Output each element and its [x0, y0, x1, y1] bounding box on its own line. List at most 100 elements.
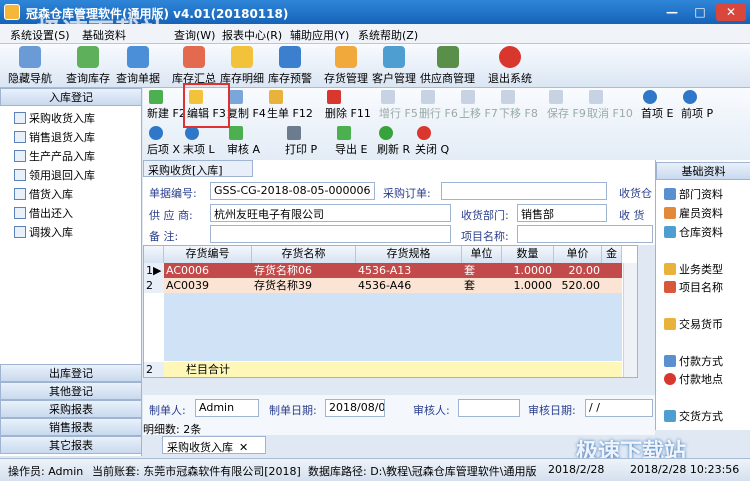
employee-data-item[interactable]: 雇员资料: [664, 205, 723, 221]
col-spec[interactable]: 存货规格: [356, 246, 462, 263]
remark-field[interactable]: [210, 225, 451, 243]
section-purchase-report[interactable]: 采购报表: [0, 400, 142, 418]
delete-row-button[interactable]: 删行 F6: [419, 90, 458, 121]
refresh-button[interactable]: 刷新 R: [377, 126, 410, 157]
section-other-report[interactable]: 其它报表: [0, 436, 142, 454]
print-button[interactable]: 打印 P: [285, 126, 317, 157]
query-stock-button[interactable]: 查询库存: [66, 46, 110, 86]
supplier-select[interactable]: 杭州友旺电子有限公司: [210, 204, 451, 222]
save-button[interactable]: 保存 F9: [547, 90, 586, 121]
document-tab[interactable]: 采购收货[入库]: [143, 160, 253, 177]
cell-spec[interactable]: 4536-A46: [356, 278, 462, 293]
last-button[interactable]: 末项 L: [183, 126, 215, 157]
cell-price[interactable]: 20.00: [554, 263, 602, 278]
col-amount[interactable]: 金: [602, 246, 622, 263]
next-button[interactable]: 后项 X: [147, 126, 180, 157]
col-qty[interactable]: 数量: [502, 246, 554, 263]
move-up-button[interactable]: 上移 F7: [459, 90, 498, 121]
move-down-button[interactable]: 下移 F8: [499, 90, 538, 121]
new-button[interactable]: 新建 F2: [147, 90, 186, 121]
col-code[interactable]: 存货编号: [164, 246, 252, 263]
supplier-button[interactable]: 供应商管理: [420, 46, 475, 86]
stock-detail-button[interactable]: 库存明细: [220, 46, 264, 86]
project-item[interactable]: 项目名称: [664, 279, 723, 295]
cell-name[interactable]: 存货名称06: [252, 263, 356, 278]
delete-button[interactable]: 删除 F11: [325, 90, 371, 121]
audit-date-field[interactable]: / /: [585, 399, 653, 417]
section-other[interactable]: 其他登记: [0, 382, 142, 400]
doc-no-field[interactable]: GSS-CG-2018-08-05-000006: [210, 182, 375, 200]
inventory-button[interactable]: 存货管理: [324, 46, 368, 86]
menu-tools[interactable]: 辅助应用(Y): [290, 27, 349, 43]
table-row[interactable]: 2 AC0039 存货名称39 4536-A46 套 1.0000 520.00: [144, 278, 622, 293]
query-docs-button[interactable]: 查询单据: [116, 46, 160, 86]
nav-usage-return[interactable]: 领用退回入库: [14, 167, 95, 183]
payment-method-item[interactable]: 付款方式: [664, 353, 723, 369]
auditor-field[interactable]: [458, 399, 520, 417]
item-grid: 存货编号 存货名称 存货规格 单位 数量 单价 金 1▶ AC0006 存货名称…: [143, 245, 638, 378]
cell-unit[interactable]: 套: [462, 278, 502, 293]
generate-button[interactable]: 生单 F12: [267, 90, 313, 121]
close-tab-icon[interactable]: ✕: [239, 441, 248, 454]
nav-purchase-in[interactable]: 采购收货入库: [14, 110, 95, 126]
cancel-button[interactable]: 取消 F10: [587, 90, 633, 121]
nav-sales-return[interactable]: 销售退货入库: [14, 129, 95, 145]
menu-query[interactable]: 查询(W): [174, 27, 215, 43]
prev-button[interactable]: 前项 P: [681, 90, 713, 121]
warehouse-data-item[interactable]: 仓库资料: [664, 224, 723, 240]
col-name[interactable]: 存货名称: [252, 246, 356, 263]
close-doc-button[interactable]: 关闭 Q: [415, 126, 449, 157]
delivery-item[interactable]: 交货方式: [664, 408, 723, 424]
close-button[interactable]: ✕: [716, 3, 746, 21]
arrow-up-icon: [461, 90, 475, 104]
cell-code[interactable]: AC0006: [164, 263, 252, 278]
currency-item[interactable]: 交易货币: [664, 316, 723, 332]
copy-button[interactable]: 复制 F4: [227, 90, 266, 121]
last-icon: [185, 126, 199, 140]
menu-reports[interactable]: 报表中心(R): [222, 27, 282, 43]
cell-unit[interactable]: 套: [462, 263, 502, 278]
col-price[interactable]: 单价: [554, 246, 602, 263]
col-unit[interactable]: 单位: [462, 246, 502, 263]
maker-field[interactable]: Admin: [195, 399, 259, 417]
cell-code[interactable]: AC0039: [164, 278, 252, 293]
dept-select[interactable]: 销售部: [517, 204, 607, 222]
menu-basic[interactable]: 基础资料: [82, 27, 126, 43]
maker-label: 制单人:: [149, 404, 186, 417]
nav-borrow-in[interactable]: 借货入库: [14, 186, 73, 202]
open-doc-tab[interactable]: 采购收货入库 ✕: [162, 436, 266, 454]
nav-lend-return[interactable]: 借出还入: [14, 205, 73, 221]
table-row[interactable]: 1▶ AC0006 存货名称06 4536-A13 套 1.0000 20.00: [144, 263, 622, 278]
section-outbound[interactable]: 出库登记: [0, 364, 142, 382]
export-button[interactable]: 导出 E: [335, 126, 367, 157]
make-date-field[interactable]: 2018/08/05: [325, 399, 385, 417]
first-button[interactable]: 首项 E: [641, 90, 673, 121]
cell-qty[interactable]: 1.0000: [502, 263, 554, 278]
cell-name[interactable]: 存货名称39: [252, 278, 356, 293]
payment-place-item[interactable]: 付款地点: [664, 371, 723, 387]
app-icon: [4, 4, 20, 20]
cell-spec[interactable]: 4536-A13: [356, 263, 462, 278]
add-row-button[interactable]: 增行 F5: [379, 90, 418, 121]
exit-button[interactable]: 退出系统: [488, 46, 532, 86]
cell-qty[interactable]: 1.0000: [502, 278, 554, 293]
dept-data-item[interactable]: 部门资料: [664, 186, 723, 202]
stock-summary-button[interactable]: 库存汇总: [172, 46, 216, 86]
stock-alert-button[interactable]: 库存预警: [268, 46, 312, 86]
audit-button[interactable]: 审核 A: [227, 126, 260, 157]
minimize-button[interactable]: —: [660, 3, 684, 21]
maximize-button[interactable]: □: [688, 3, 712, 21]
section-sales-report[interactable]: 销售报表: [0, 418, 142, 436]
section-inbound[interactable]: 入库登记: [0, 88, 142, 106]
project-field[interactable]: [517, 225, 653, 243]
customer-button[interactable]: 客户管理: [372, 46, 416, 86]
nav-production-in[interactable]: 生产产品入库: [14, 148, 95, 164]
menu-help[interactable]: 系统帮助(Z): [358, 27, 418, 43]
nav-transfer-in[interactable]: 调拨入库: [14, 224, 73, 240]
hide-nav-button[interactable]: 隐藏导航: [8, 46, 52, 86]
menu-system[interactable]: 系统设置(S): [10, 27, 70, 43]
grid-scrollbar[interactable]: [623, 263, 637, 377]
biz-type-item[interactable]: 业务类型: [664, 261, 723, 277]
order-field[interactable]: [441, 182, 607, 200]
cell-price[interactable]: 520.00: [554, 278, 602, 293]
